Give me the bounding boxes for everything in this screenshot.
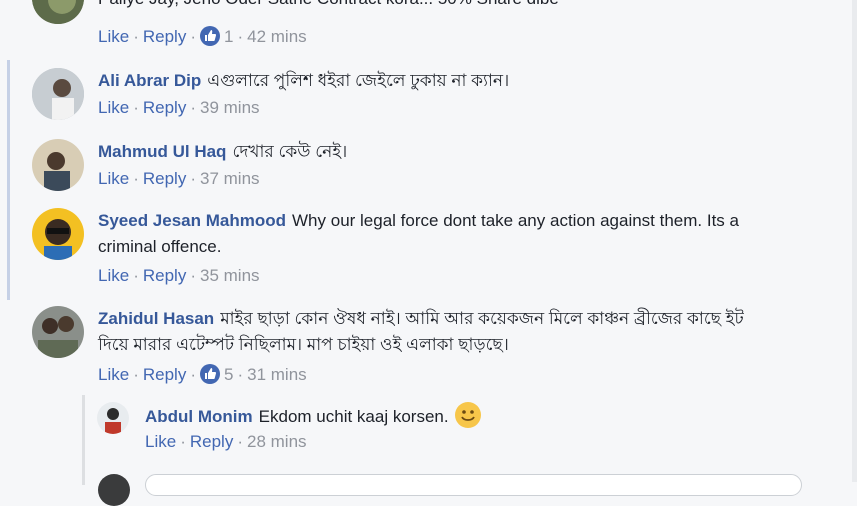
thumbs-up-icon[interactable]: [200, 364, 220, 384]
reply-thread-bar: [82, 395, 85, 485]
comment-actions: Like · Reply · 37 mins: [98, 169, 260, 188]
avatar[interactable]: [32, 306, 84, 358]
thumbs-up-icon[interactable]: [200, 26, 220, 46]
reply-link[interactable]: Reply: [143, 27, 186, 46]
comment-author[interactable]: Zahidul Hasan: [98, 309, 214, 328]
like-link[interactable]: Like: [98, 365, 129, 384]
comment-body: Syeed Jesan Mahmood Why our legal force d…: [98, 208, 778, 260]
like-link[interactable]: Like: [98, 266, 129, 285]
avatar[interactable]: [97, 402, 129, 434]
avatar-image-icon: [32, 306, 84, 358]
reply-link[interactable]: Reply: [143, 98, 186, 117]
comment-author[interactable]: Syeed Jesan Mahmood: [98, 211, 286, 230]
comment-author[interactable]: Ali Abrar Dip: [98, 71, 201, 90]
avatar[interactable]: [32, 139, 84, 191]
comment-text: এগুলারে পুলিশ ধইরা জেইলে ঢুকায় না ক্যান…: [207, 71, 510, 90]
timestamp[interactable]: 42 mins: [247, 27, 307, 46]
comment-text: দেখার কেউ নেই।: [232, 142, 348, 161]
reaction-count[interactable]: 1: [224, 27, 233, 46]
comment-actions: Like · Reply · 35 mins: [98, 266, 260, 285]
avatar[interactable]: [32, 208, 84, 260]
comment-actions: Like · Reply · 39 mins: [98, 98, 260, 117]
reply-link[interactable]: Reply: [143, 169, 186, 188]
comment-author[interactable]: Mahmud Ul Haq: [98, 142, 226, 161]
smile-emoji-icon: [454, 402, 481, 428]
reply-link[interactable]: Reply: [143, 365, 186, 384]
comment-author[interactable]: Abdul Monim: [145, 407, 253, 426]
like-link[interactable]: Like: [98, 98, 129, 117]
reply-link[interactable]: Reply: [190, 432, 233, 451]
comment-body: Paliye Jay, Jeno Oder Sathe Contract kor…: [98, 0, 798, 12]
reply-input[interactable]: [145, 474, 802, 496]
page-edge: [852, 0, 857, 482]
avatar-image-icon: [32, 68, 84, 120]
thread-indicator-bar: [7, 60, 10, 300]
reaction-count[interactable]: 5: [224, 365, 233, 384]
timestamp[interactable]: 35 mins: [200, 266, 260, 285]
like-link[interactable]: Like: [98, 27, 129, 46]
comment-actions: Like · Reply · 5 · 31 mins: [98, 364, 307, 384]
like-link[interactable]: Like: [98, 169, 129, 188]
comment-body: Zahidul Hasan মাইর ছাড়া কোন ঔষধ নাই। আমি…: [98, 306, 778, 358]
timestamp[interactable]: 31 mins: [247, 365, 307, 384]
comment-text: Paliye Jay, Jeno Oder Sathe Contract kor…: [98, 0, 559, 8]
like-link[interactable]: Like: [145, 432, 176, 451]
comment-body: Mahmud Ul Haq দেখার কেউ নেই।: [98, 139, 798, 165]
avatar: [98, 474, 130, 506]
comment-body: Ali Abrar Dip এগুলারে পুলিশ ধইরা জেইলে ঢু…: [98, 68, 798, 94]
avatar-image-icon: [32, 0, 84, 24]
comment-text: Ekdom uchit kaaj korsen.: [258, 407, 449, 426]
comment-body: Abdul Monim Ekdom uchit kaaj korsen.: [145, 402, 845, 430]
avatar-image-icon: [97, 402, 129, 434]
timestamp[interactable]: 39 mins: [200, 98, 260, 117]
comment-actions: Like · Reply · 1 · 42 mins: [98, 26, 307, 46]
avatar-image-icon: [32, 208, 84, 260]
timestamp[interactable]: 28 mins: [247, 432, 307, 451]
comment-actions: Like · Reply · 28 mins: [145, 432, 307, 451]
timestamp[interactable]: 37 mins: [200, 169, 260, 188]
avatar[interactable]: [32, 68, 84, 120]
reply-link[interactable]: Reply: [143, 266, 186, 285]
avatar[interactable]: [32, 0, 84, 24]
avatar-image-icon: [32, 139, 84, 191]
